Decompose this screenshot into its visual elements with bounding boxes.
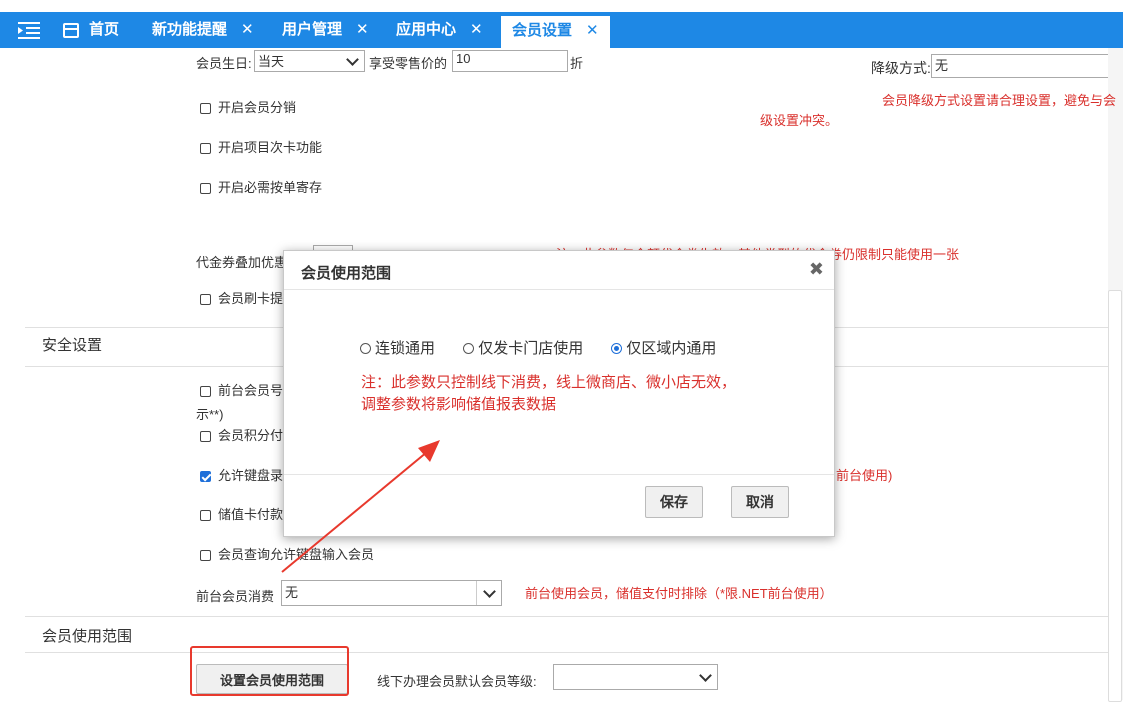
annotation-arrow-icon [281,440,440,573]
